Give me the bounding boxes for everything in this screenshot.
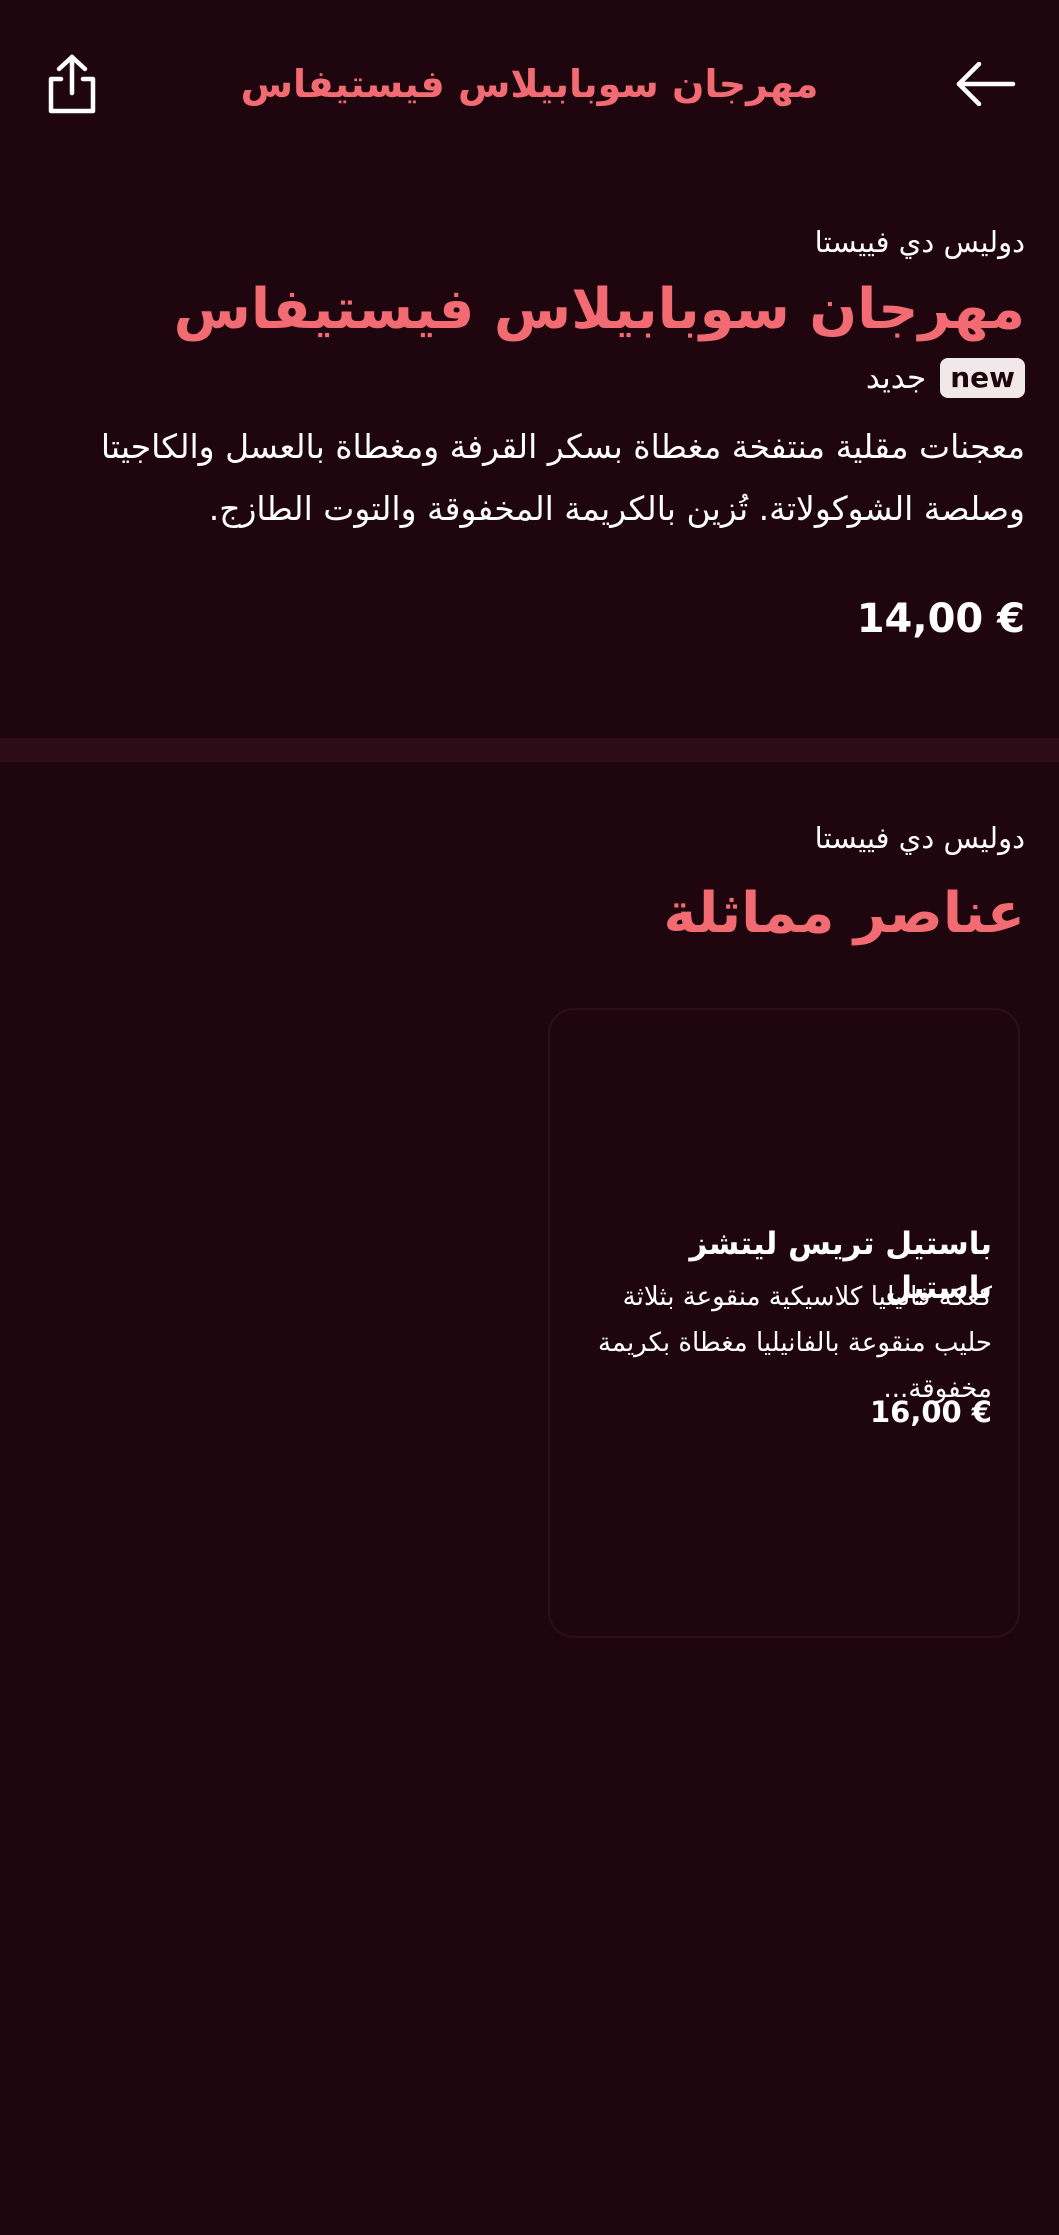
arrow-left-icon [956, 62, 1016, 106]
product-brand: دوليس دي فييستا [814, 225, 1025, 259]
new-badge-label: جديد [865, 360, 927, 396]
similar-items-section: دوليس دي فييستا عناصر مماثلة [0, 818, 1059, 954]
section-divider [0, 738, 1059, 762]
similar-item-price: 16,00 € [869, 1395, 992, 1429]
product-price: 14,00 € [856, 596, 1025, 642]
new-badge: new [940, 358, 1025, 398]
product-detail: دوليس دي فييستا مهرجان سوبابيلاس فيستيفا… [0, 222, 1059, 644]
new-badge-row: new جديد [34, 354, 1025, 402]
product-title: مهرجان سوبابيلاس فيستيفاس [173, 277, 1025, 342]
product-description: معجنات مقلية منتفخة مغطاة بسكر القرفة وم… [100, 427, 1025, 528]
header-title: مهرجان سوبابيلاس فيستيفاس [240, 62, 819, 106]
back-button[interactable] [953, 54, 1019, 114]
similar-brand: دوليس دي فييستا [814, 821, 1025, 855]
similar-item-card[interactable]: باستيل تريس ليتشز باستيل كعكة فانيليا كل… [548, 1008, 1020, 1638]
similar-items-title: عناصر مماثلة [663, 881, 1025, 946]
top-bar: مهرجان سوبابيلاس فيستيفاس [0, 0, 1059, 170]
